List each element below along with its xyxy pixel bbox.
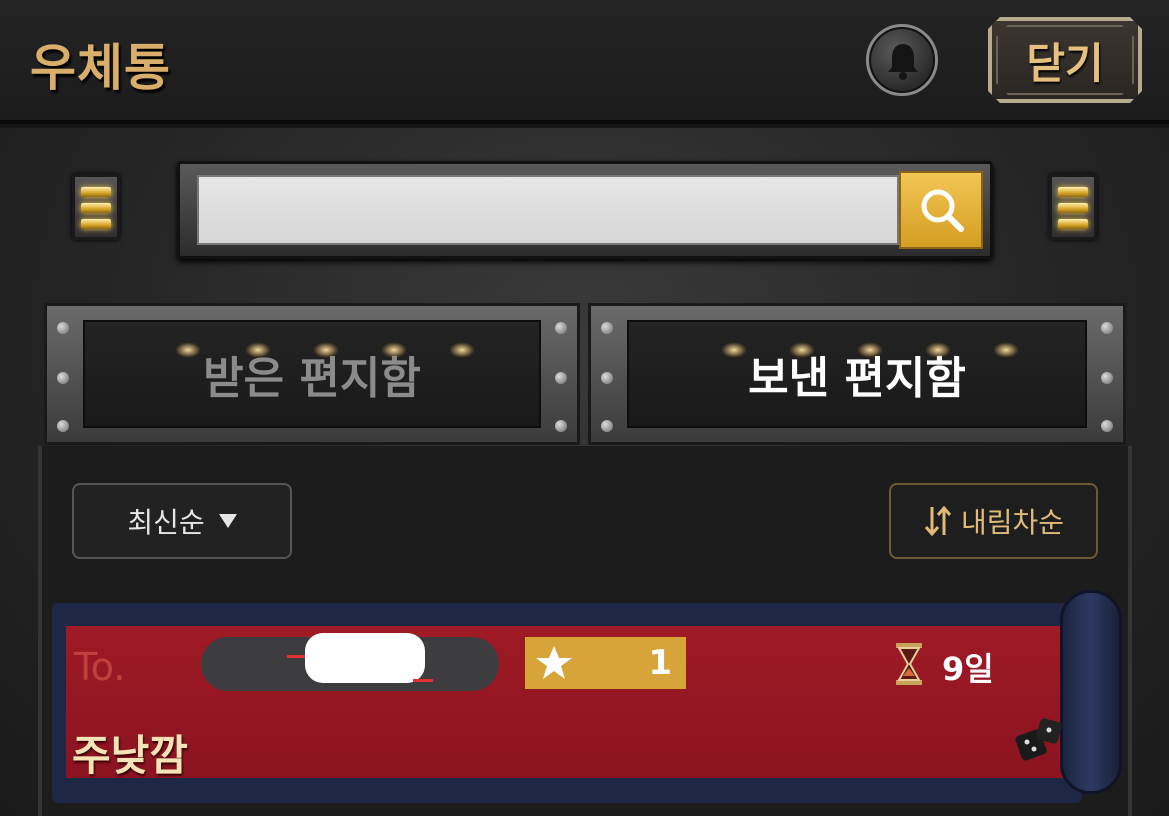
dice-icon [1015,718,1062,761]
lamp-decoration-left [72,174,120,240]
tab-inbox[interactable]: 받은 편지함 [44,303,580,445]
bell-icon [888,44,918,80]
search-icon [921,189,964,232]
hourglass-icon [896,643,922,685]
sort-dropdown[interactable]: 최신순 [72,483,292,559]
top-bar: 우체통 닫기 [0,0,1169,124]
mail-subject: 주낮깜 [72,731,188,780]
page-title: 우체통 [30,39,171,97]
sort-arrows-icon [924,505,952,537]
star-icon [536,646,572,679]
caret-down-icon [218,514,237,528]
days-remaining: 9일 [942,650,994,688]
recipient-name [201,633,499,691]
redaction-mark [305,633,425,683]
star-count: 1 [648,643,672,683]
tab-sent[interactable]: 보낸 편지함 [588,303,1126,445]
lamp-decoration-right [1049,174,1097,240]
star-count-badge: 1 [525,637,686,689]
mail-to-label: To. [74,645,126,689]
notification-button[interactable] [866,24,938,96]
search-button[interactable] [899,171,983,249]
scroll-roll-decoration [1060,590,1122,794]
sort-order-button[interactable]: 내림차순 [889,483,1098,559]
search-input[interactable] [197,175,899,245]
close-button[interactable]: 닫기 [988,17,1142,103]
sort-dropdown-label: 최신순 [127,506,205,539]
sort-order-label: 내림차순 [960,506,1065,539]
